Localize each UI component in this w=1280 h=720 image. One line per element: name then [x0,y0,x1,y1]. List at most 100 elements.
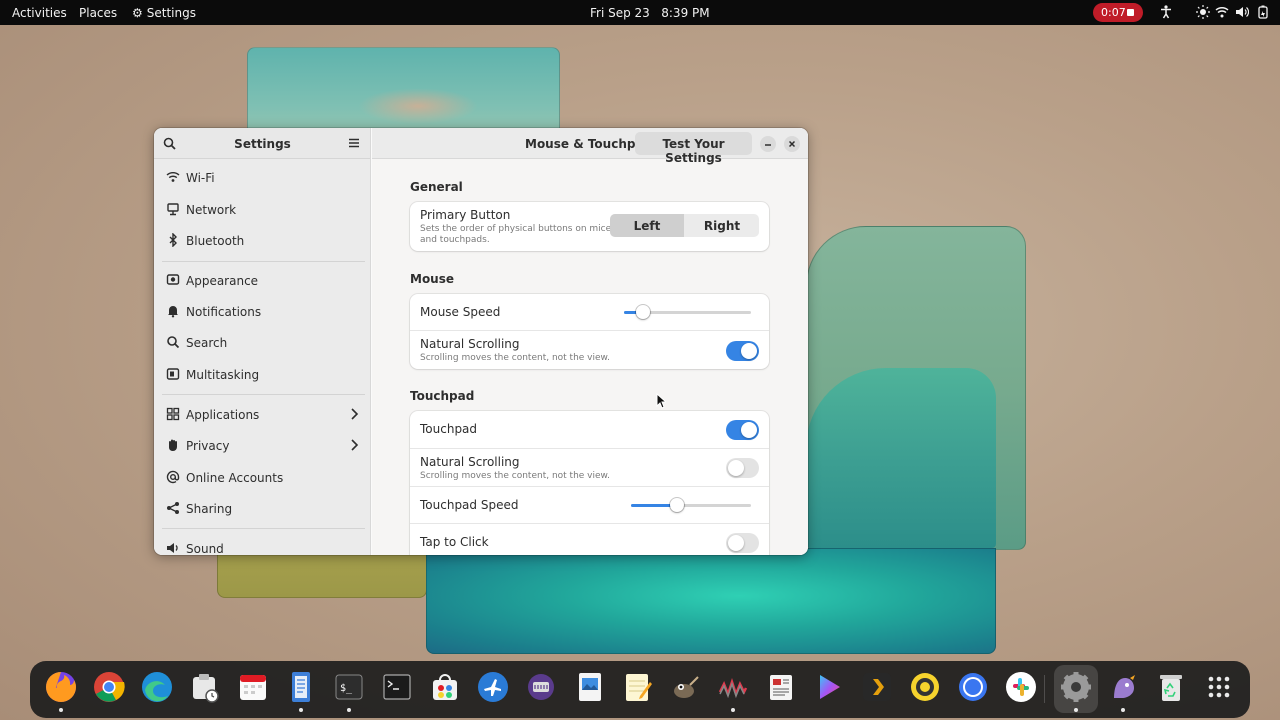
primary-button-selector: Left Right [610,214,759,237]
slider-handle[interactable] [670,498,684,512]
plex-icon[interactable] [860,670,894,704]
sidebar-item-online-accounts[interactable]: Online Accounts [154,464,371,492]
chat-app-icon[interactable] [956,670,990,704]
sidebar-item-privacy[interactable]: Privacy [154,432,371,460]
clock[interactable]: Fri Sep 23 8:39 PM [590,6,710,20]
sidebar-item-label: Appearance [186,274,259,288]
page-title: Mouse & Touchpad [525,137,653,151]
notes-icon[interactable] [620,670,654,704]
hand-icon [169,439,177,451]
sidebar-item-applications[interactable]: Applications [154,401,371,429]
touchpad-speed-label: Touchpad Speed [420,498,519,512]
wifi-icon [166,172,180,182]
sidebar-header: Settings [154,128,370,159]
sidebar-item-search[interactable]: Search [154,329,371,357]
right-button-option[interactable]: Right [685,214,759,237]
sidebar-item-appearance[interactable]: Appearance [154,267,371,295]
software-updater-icon[interactable] [188,670,222,704]
news-app-icon[interactable] [764,670,798,704]
applications-icon [166,407,180,421]
sidebar-item-label: Wi-Fi [186,171,215,185]
sidebar: Settings Wi-Fi Network Bluetooth Appeara… [154,128,371,555]
sidebar-item-bluetooth[interactable]: Bluetooth [154,227,371,255]
places-menu[interactable]: Places [79,6,117,20]
sidebar-item-label: Network [186,203,237,217]
software-store-icon[interactable] [428,670,462,704]
gimp-icon[interactable] [668,670,702,704]
slack-icon[interactable] [1004,670,1038,704]
sidebar-title: Settings [234,137,291,151]
pidgin-icon[interactable] [1106,670,1140,712]
terminal-alt-icon[interactable] [380,670,414,704]
sidebar-divider [162,528,365,529]
general-card: Primary Button Sets the order of physica… [410,202,769,251]
app-menu-label: Settings [146,6,196,20]
sidebar-item-wifi[interactable]: Wi-Fi [154,164,371,192]
touchpad-natural-scrolling-toggle[interactable] [726,458,759,478]
natural-scrolling-label: Natural Scrolling [420,337,520,351]
sidebar-item-network[interactable]: Network [154,196,371,224]
close-button[interactable] [784,136,800,152]
touchpad-speed-slider[interactable] [631,497,751,513]
bluetooth-icon [169,233,177,247]
recording-time: 0:07 [1101,6,1126,19]
edge-icon[interactable] [140,670,174,704]
sidebar-item-label: Notifications [186,305,262,319]
general-section-title: General [410,180,463,194]
text-editor-icon[interactable] [284,670,318,712]
mouse-speed-slider[interactable] [624,304,751,320]
minimize-button[interactable] [760,136,776,152]
trash-icon[interactable] [1154,670,1188,704]
firefox-icon[interactable] [44,670,78,712]
terminal-icon[interactable]: $_ [332,670,366,712]
natural-scrolling-label: Natural Scrolling [420,455,520,469]
record-app-icon[interactable] [908,670,942,704]
sidebar-item-label: Online Accounts [186,471,284,485]
touchpad-toggle[interactable] [726,420,759,440]
search-icon [167,336,180,349]
volume-icon[interactable] [1235,5,1249,19]
appearance-icon [166,274,180,285]
brightness-icon[interactable] [1196,5,1210,19]
sidebar-item-sharing[interactable]: Sharing [154,495,371,523]
sidebar-item-sound[interactable]: Sound [154,535,371,555]
sidebar-divider [162,261,365,262]
hamburger-menu-icon[interactable] [348,137,360,149]
gear-icon: ⚙ [132,6,143,20]
airplane-app-icon[interactable] [476,670,510,704]
sidebar-item-notifications[interactable]: Notifications [154,298,371,326]
slider-handle[interactable] [636,305,650,319]
mouse-speed-row: Mouse Speed [410,294,769,330]
sidebar-item-multitasking[interactable]: Multitasking [154,361,371,389]
minimize-icon [765,144,771,146]
chrome-icon[interactable] [92,670,126,704]
touchpad-card: Touchpad Natural Scrolling Scrolling mov… [410,411,769,555]
wifi-status-icon[interactable] [1215,5,1229,19]
screen-recording-indicator[interactable]: 0:07 [1093,3,1143,22]
tap-to-click-label: Tap to Click [420,535,489,549]
wallpaper-shape-cyan [426,548,996,654]
tap-to-click-toggle[interactable] [726,533,759,553]
speaker-icon [167,543,178,553]
accessibility-icon[interactable] [1159,5,1173,19]
settings-icon[interactable] [1059,670,1093,712]
image-viewer-icon[interactable] [572,670,606,704]
mouse-natural-scrolling-toggle[interactable] [726,341,759,361]
disk-utility-icon[interactable] [524,670,558,704]
test-settings-button[interactable]: Test Your Settings [635,132,752,165]
play-app-icon[interactable] [812,670,846,704]
toggle-knob [728,460,744,476]
multitasking-icon [166,368,180,380]
app-menu[interactable]: ⚙ Settings [132,6,196,20]
touchpad-section-title: Touchpad [410,389,475,403]
app-grid-icon[interactable] [1202,670,1236,704]
sidebar-item-label: Sound [186,542,224,555]
left-button-option[interactable]: Left [610,214,684,237]
waveform-app-icon[interactable] [716,670,750,712]
battery-icon[interactable] [1256,5,1270,19]
touchpad-speed-row: Touchpad Speed [410,486,769,523]
activities-button[interactable]: Activities [12,6,67,20]
touchpad-label: Touchpad [420,422,478,436]
calendar-icon[interactable] [236,670,270,704]
toggle-knob [728,535,744,551]
